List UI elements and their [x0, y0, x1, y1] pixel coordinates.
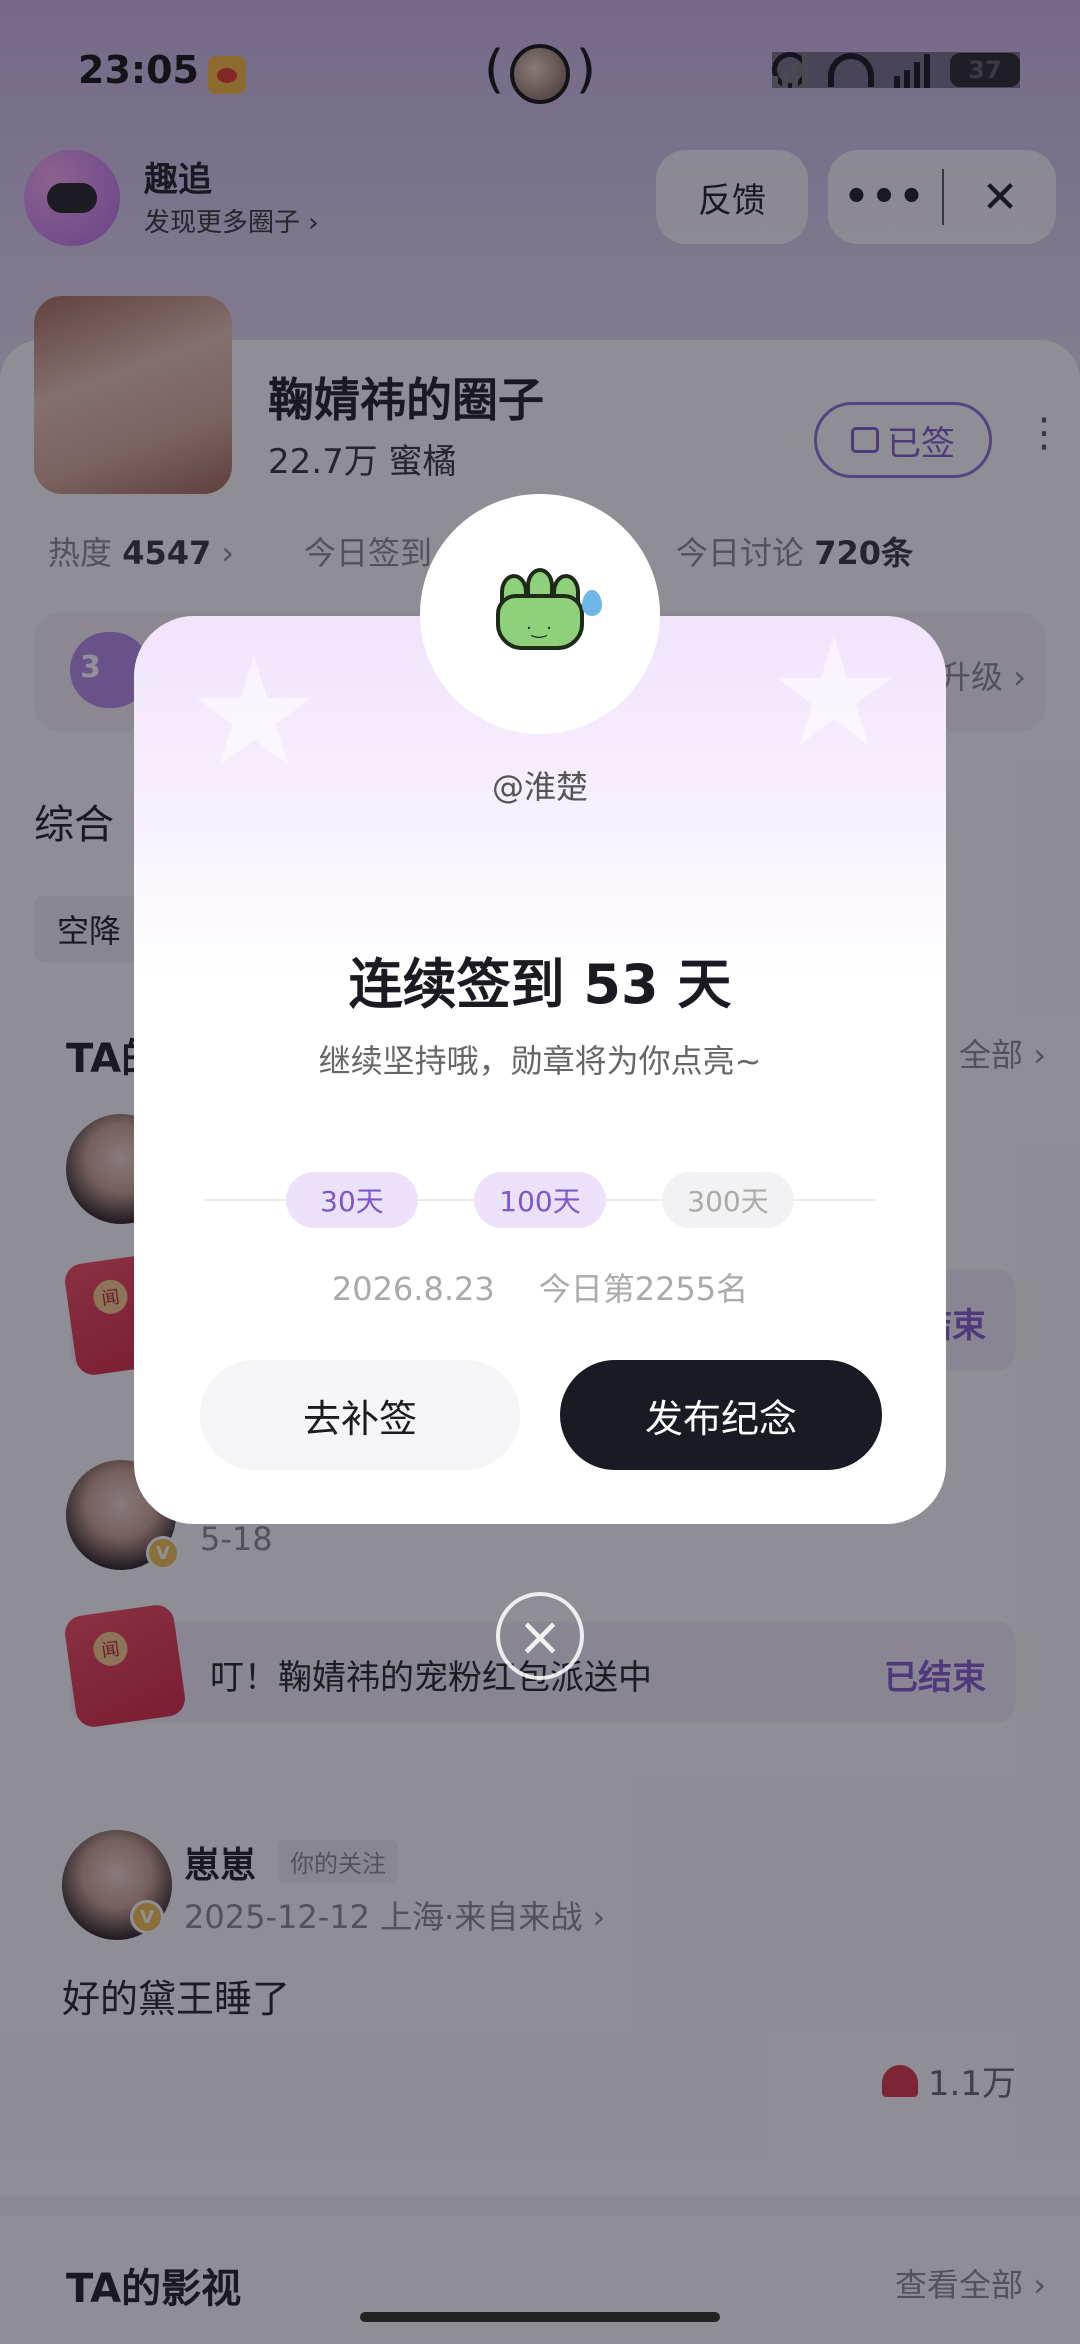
plant-face: ·‿· [526, 618, 552, 639]
milestone-300: 300天 [662, 1172, 794, 1228]
milestone-30: 30天 [286, 1172, 418, 1228]
sweat-drop [582, 590, 602, 616]
checkin-modal: @淮楚 连续签到 53 天 继续坚持哦，勋章将为你点亮~ 30天 100天 30… [134, 616, 946, 1524]
checkin-date: 2026.8.23 [331, 1270, 495, 1308]
modal-close-icon[interactable]: × [496, 1592, 584, 1680]
checkin-info: 2026.8.23 今日第2255名 [134, 1264, 946, 1310]
milestone-100: 100天 [474, 1172, 606, 1228]
checkin-rank: 今日第2255名 [538, 1270, 749, 1308]
publish-memorial-button[interactable]: 发布纪念 [560, 1360, 882, 1470]
milestone-track: 30天 100天 300天 [204, 1172, 876, 1228]
makeup-checkin-button[interactable]: 去补签 [200, 1360, 520, 1470]
modal-username: @淮楚 [491, 768, 588, 806]
modal-subtitle: 继续坚持哦，勋章将为你点亮~ [318, 1042, 762, 1080]
decor-star [196, 656, 312, 766]
plant-mascot-icon: ·‿· [492, 568, 602, 654]
decor-star [776, 636, 892, 746]
modal-title: 连续签到 53 天 [348, 953, 732, 1016]
home-indicator[interactable] [360, 2312, 720, 2322]
modal-user-avatar[interactable]: ·‿· [420, 494, 660, 734]
